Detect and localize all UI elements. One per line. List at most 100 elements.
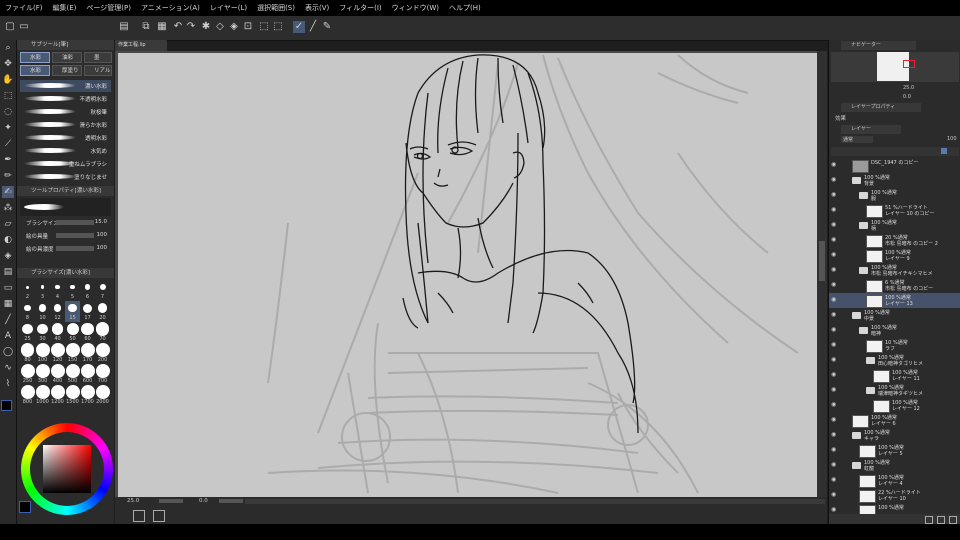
eye-icon[interactable]: ◉ — [831, 252, 839, 258]
brush-item[interactable]: 水気め — [20, 145, 111, 157]
select-icon[interactable]: ⬚ — [2, 90, 14, 102]
eye-icon[interactable]: ◉ — [831, 177, 839, 183]
snap-icon[interactable]: ✓ — [293, 21, 305, 33]
eraser-icon[interactable]: ▱ — [2, 218, 14, 230]
pencil-icon[interactable]: ✏ — [2, 170, 14, 182]
brush-size-cell[interactable]: 3 — [35, 280, 50, 301]
brush-size-cell[interactable]: 500 — [65, 364, 80, 385]
brush-item[interactable]: 滑らか水彩 — [20, 119, 111, 131]
brush-size-cell[interactable]: 800 — [20, 385, 35, 406]
layer-row[interactable]: ◉ 100 %通常柄 — [829, 218, 960, 233]
menu-item-6[interactable]: 表示(V) — [300, 3, 334, 13]
brush-size-cell[interactable]: 2 — [20, 280, 35, 301]
eye-icon[interactable]: ◉ — [831, 462, 839, 468]
drawing-paper[interactable] — [118, 53, 818, 497]
brush-size-cell[interactable]: 1500 — [65, 385, 80, 406]
brush-size-cell[interactable]: 70 — [95, 322, 110, 343]
hand-icon[interactable]: ✋ — [2, 74, 14, 86]
crop-icon[interactable]: ⊡ — [242, 21, 254, 33]
clear-icon[interactable]: ✱ — [200, 21, 212, 33]
eye-icon[interactable]: ◉ — [831, 402, 839, 408]
layer-row[interactable]: ◉ 20 %通常 市松 島暗布 のコピー 2 — [829, 233, 960, 248]
menu-item-1[interactable]: 編集(E) — [48, 3, 82, 13]
canvas-area[interactable] — [115, 51, 827, 497]
paste-icon[interactable]: ▦ — [156, 21, 168, 33]
brush-size-cell[interactable]: 100 — [35, 343, 50, 364]
line-correct-icon[interactable]: ∿ — [2, 362, 14, 374]
eye-icon[interactable]: ◉ — [831, 267, 839, 273]
airbrush-icon[interactable]: ⁂ — [2, 202, 14, 214]
text-icon[interactable]: A — [2, 330, 14, 342]
undo-icon[interactable]: ↶ — [172, 21, 184, 33]
layer-row[interactable]: ◉ 100 %通常 レイヤー 13 — [829, 293, 960, 308]
eye-icon[interactable]: ◉ — [831, 342, 839, 348]
folder-icon[interactable] — [852, 312, 861, 319]
brush-size-cell[interactable]: 4 — [50, 280, 65, 301]
eyedropper-icon[interactable]: ⟋ — [2, 138, 14, 150]
eye-icon[interactable]: ◉ — [831, 372, 839, 378]
brush-item[interactable]: 不透明水彩 — [20, 93, 111, 105]
eye-icon[interactable]: ◉ — [831, 507, 839, 513]
new-layer-icon[interactable] — [925, 516, 933, 524]
folder-icon[interactable] — [859, 192, 868, 199]
canvas-tab[interactable]: 作業工程.lip — [115, 40, 167, 51]
ruler-tool-icon[interactable]: ╱ — [2, 314, 14, 326]
brush-size-cell[interactable]: 17 — [80, 301, 95, 322]
deselect-icon[interactable]: ⬚ — [272, 21, 284, 33]
brush-size-cell[interactable]: 8 — [20, 301, 35, 322]
layer-row[interactable]: ◉ 100 %通常 背景 — [829, 173, 960, 188]
layer-row[interactable]: ◉ DSC_1947 のコピー — [829, 158, 960, 173]
navigator-rotate-row[interactable]: 0.0 — [831, 93, 959, 102]
brush-size-cell[interactable]: 12 — [50, 301, 65, 322]
brush-size-cell[interactable]: 2000 — [95, 385, 110, 406]
subtab-watercolor[interactable]: 水彩 — [20, 52, 50, 63]
redo-icon[interactable]: ↷ — [185, 21, 197, 33]
eye-icon[interactable]: ◉ — [831, 207, 839, 213]
navigator-preview[interactable] — [831, 52, 959, 82]
magic-wand-icon[interactable]: ✦ — [2, 122, 14, 134]
save-icon[interactable]: ▤ — [118, 21, 130, 33]
eye-icon[interactable]: ◉ — [831, 447, 839, 453]
brush-item[interactable]: 透明水彩 — [20, 132, 111, 144]
correction-icon[interactable]: ⌇ — [2, 378, 14, 390]
select-all-icon[interactable]: ⬚ — [258, 21, 270, 33]
brush-item[interactable]: 重ねムラブラシ — [20, 158, 111, 170]
layer-row[interactable]: ◉ 100 %通常服 — [829, 188, 960, 203]
fill-icon[interactable]: ◈ — [228, 21, 240, 33]
ruler-icon[interactable]: ╱ — [307, 21, 319, 33]
frame-icon[interactable]: ▦ — [2, 298, 14, 310]
eye-icon[interactable]: ◉ — [831, 417, 839, 423]
layer-row[interactable]: ◉ 100 %通常 田心暗神タゴリヒメ — [829, 353, 960, 368]
horizontal-scrollbar[interactable] — [245, 499, 825, 504]
page-icon[interactable] — [133, 510, 145, 522]
brush-item[interactable]: 秋桜筆 — [20, 106, 111, 118]
delete-layer-icon[interactable] — [949, 516, 957, 524]
brush-size-cell[interactable]: 300 — [35, 364, 50, 385]
layer-row[interactable]: ◉ 100 %通常 市松 島暗布イチキシマヒメ — [829, 263, 960, 278]
layer-row[interactable]: ◉ 6 %通常 市松 島暗布 のコピー — [829, 278, 960, 293]
folder-icon[interactable] — [859, 327, 868, 334]
subtab-ink[interactable]: 墨 — [84, 52, 112, 63]
folder-icon[interactable] — [852, 462, 861, 469]
layer-row[interactable]: ◉ 22 %ハードライト レイヤー 10 — [829, 488, 960, 503]
layer-row[interactable]: ◉ 51 %ハードライト レイヤー 10 のコピー — [829, 203, 960, 218]
subtab-real[interactable]: リアル — [84, 65, 112, 76]
folder-icon[interactable] — [866, 387, 875, 394]
rotate-value[interactable]: 0.0 — [199, 498, 208, 504]
eye-icon[interactable]: ◉ — [831, 282, 839, 288]
new-folder-icon[interactable] — [937, 516, 945, 524]
lasso-icon[interactable]: ◌ — [2, 106, 14, 118]
scroll-thumb[interactable] — [819, 241, 825, 281]
layer-row[interactable]: ◉ 100 %通常 瑞津暗神タギツヒメ — [829, 383, 960, 398]
blend-mode-select[interactable]: 通常 — [841, 136, 873, 143]
folder-icon[interactable] — [852, 432, 861, 439]
brush-size-cell[interactable]: 700 — [95, 364, 110, 385]
zoom-value[interactable]: 25.0 — [127, 498, 139, 504]
layer-row[interactable]: ◉ 100 %通常 キャラ — [829, 428, 960, 443]
brush-size-cell[interactable]: 150 — [65, 343, 80, 364]
brush-size-cell[interactable]: 600 — [80, 364, 95, 385]
eye-icon[interactable]: ◉ — [831, 357, 839, 363]
folder-icon[interactable] — [859, 222, 868, 229]
eye-icon[interactable]: ◉ — [831, 432, 839, 438]
layer-row[interactable]: ◉ 100 %通常 虹龍 — [829, 458, 960, 473]
